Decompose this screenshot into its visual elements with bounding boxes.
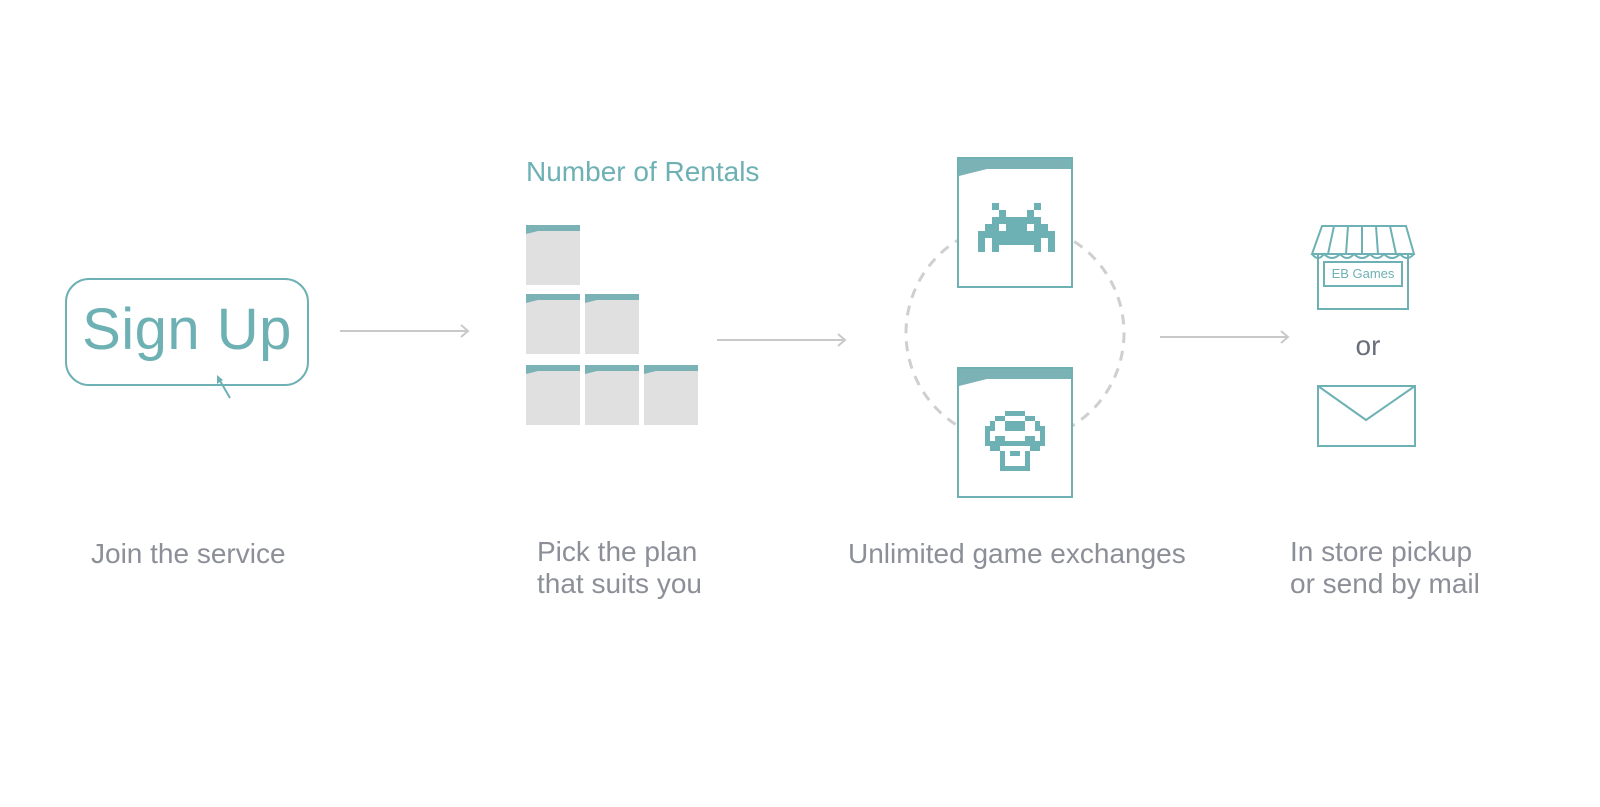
delivery-caption: In store pickup or send by mail — [1290, 536, 1480, 600]
store-sign-label: EB Games — [1331, 266, 1395, 281]
or-label: or — [1355, 330, 1381, 361]
arrow-right-icon — [717, 333, 847, 347]
rental-tile — [526, 365, 580, 425]
plan-caption-line2: that suits you — [537, 568, 702, 599]
exchange-caption: Unlimited game exchanges — [848, 538, 1186, 569]
rentals-title: Number of Rentals — [526, 156, 760, 187]
cursor-icon — [217, 375, 231, 399]
rental-tile — [585, 365, 639, 425]
sign-up-button[interactable]: Sign Up — [65, 278, 309, 386]
delivery-caption-line1: In store pickup — [1290, 536, 1473, 567]
envelope-icon — [1317, 385, 1416, 447]
arrow-right-icon — [1160, 330, 1290, 344]
game-card-top — [957, 157, 1073, 288]
delivery-caption-line2: or send by mail — [1290, 568, 1480, 599]
plan-caption-line1: Pick the plan — [537, 536, 698, 567]
store-icon: EB Games — [1310, 224, 1418, 312]
arrow-right-icon — [340, 324, 470, 338]
space-invader-icon — [978, 203, 1055, 252]
mushroom-icon — [985, 411, 1045, 471]
game-card-bottom — [957, 367, 1073, 498]
sign-up-label: Sign Up — [82, 297, 292, 362]
plan-caption: Pick the plan that suits you — [537, 536, 702, 600]
rental-tile — [585, 294, 639, 354]
rental-tile — [644, 365, 698, 425]
signup-caption: Join the service — [91, 538, 286, 569]
rental-tile — [526, 225, 580, 285]
rental-tile — [526, 294, 580, 354]
